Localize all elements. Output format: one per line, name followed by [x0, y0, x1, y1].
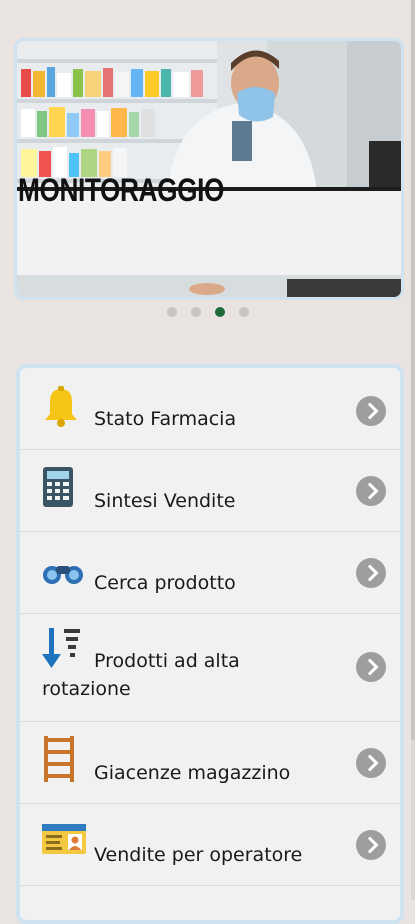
chevron-right-icon[interactable]	[356, 652, 386, 682]
menu-item-vendite-operatore[interactable]: Vendite per operatore	[20, 804, 400, 886]
shelves-icon	[44, 736, 74, 782]
menu-item-sintesi-vendite[interactable]: Sintesi Vendite	[20, 450, 400, 532]
scrollbar-track[interactable]	[411, 0, 415, 900]
menu-item-label: Prodotti ad alta	[94, 650, 240, 672]
menu-item-prodotti-alta-rotazione[interactable]: Prodotti ad alta rotazione	[20, 614, 400, 722]
chevron-right-icon[interactable]	[356, 476, 386, 506]
chevron-right-icon[interactable]	[356, 748, 386, 778]
menu-item-label: Stato Farmacia	[94, 408, 237, 430]
menu-item-label: Vendite per operatore	[94, 844, 303, 866]
scrollbar-thumb[interactable]	[411, 0, 415, 740]
chevron-right-icon[interactable]	[356, 396, 386, 426]
carousel-dot[interactable]	[238, 307, 249, 317]
slide-title: MONITORAGGIO	[18, 172, 224, 208]
bell-icon	[45, 386, 77, 427]
main-menu: Stato Farmacia Sintesi Vendite Cerca pro…	[16, 364, 404, 924]
carousel-dot-active[interactable]	[214, 307, 225, 317]
carousel-dot[interactable]	[166, 307, 177, 317]
menu-item-label-line2: rotazione	[42, 678, 131, 700]
menu-item-giacenze-magazzino[interactable]: Giacenze magazzino	[20, 722, 400, 804]
id-card-icon	[42, 824, 86, 854]
promo-carousel[interactable]	[14, 38, 404, 300]
menu-item-label: Giacenze magazzino	[94, 762, 291, 784]
chevron-right-icon[interactable]	[356, 558, 386, 588]
binoculars-icon	[43, 566, 83, 584]
menu-item-label: Sintesi Vendite	[94, 490, 236, 512]
carousel-dot[interactable]	[190, 307, 201, 317]
sort-descending-icon	[42, 628, 80, 668]
calculator-icon	[43, 467, 73, 507]
menu-item-cerca-prodotto[interactable]: Cerca prodotto	[20, 532, 400, 614]
menu-item-partial[interactable]	[20, 886, 400, 920]
menu-item-stato-farmacia[interactable]: Stato Farmacia	[20, 368, 400, 450]
carousel-pagination	[0, 307, 415, 317]
menu-item-label: Cerca prodotto	[94, 572, 236, 594]
chevron-right-icon[interactable]	[356, 830, 386, 860]
